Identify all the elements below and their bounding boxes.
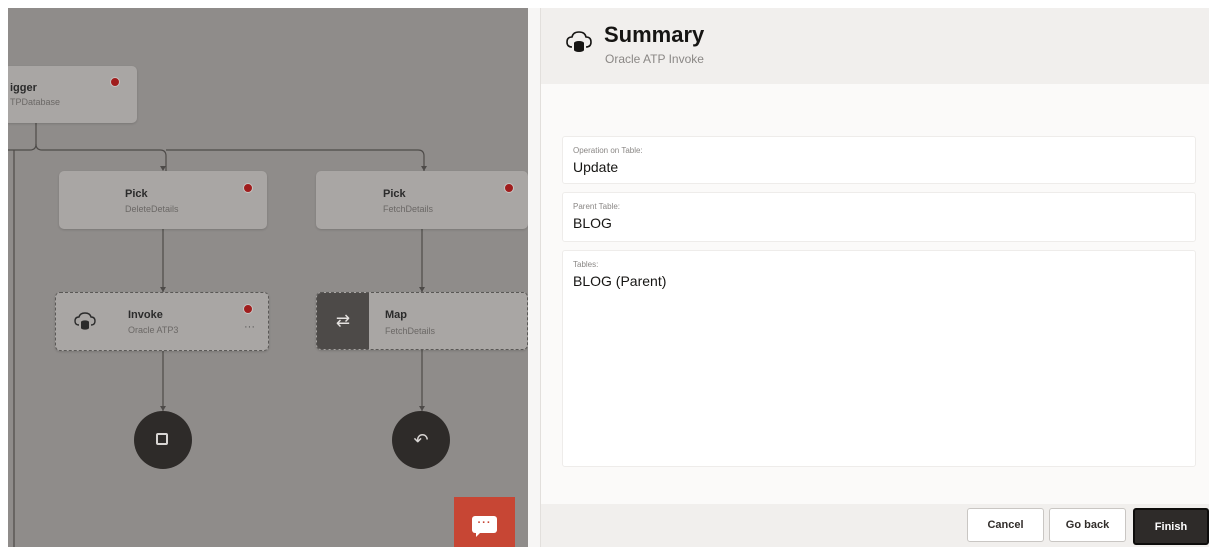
field-label: Operation on Table: — [573, 146, 643, 155]
map-icon: ⇄ — [317, 293, 369, 349]
invoke-node[interactable]: Invoke Oracle ATP3 ··· — [55, 292, 269, 351]
pick-node-subtitle: FetchDetails — [383, 204, 434, 214]
chat-bubble-icon: ··· — [472, 516, 497, 537]
pick-node-title: Pick — [125, 188, 148, 200]
trigger-node-subtitle: TPDatabase — [10, 97, 61, 107]
database-cloud-icon — [74, 312, 96, 330]
field-label: Parent Table: — [573, 202, 620, 211]
cancel-button[interactable]: Cancel — [967, 508, 1044, 542]
field-label: Tables: — [573, 260, 599, 269]
chat-dots: ··· — [477, 517, 492, 529]
pick-node-subtitle: DeleteDetails — [125, 204, 179, 214]
more-options-icon[interactable]: ··· — [244, 321, 255, 333]
error-badge-icon — [243, 183, 253, 193]
field-value: BLOG — [573, 215, 612, 231]
return-node[interactable]: ↶ — [392, 411, 450, 469]
chat-button[interactable]: ··· — [454, 497, 515, 547]
go-back-button[interactable]: Go back — [1049, 508, 1126, 542]
return-arrow-icon: ↶ — [413, 430, 429, 450]
pick-node-fetch[interactable]: Pick FetchDetails — [316, 171, 528, 229]
error-badge-icon — [504, 183, 514, 193]
map-node-subtitle: FetchDetails — [385, 326, 436, 336]
pick-node-title: Pick — [383, 188, 406, 200]
summary-panel: Summary Oracle ATP Invoke Operation on T… — [541, 8, 1209, 547]
pick-node-delete[interactable]: Pick DeleteDetails — [59, 171, 267, 229]
parent-table-field: Parent Table: BLOG — [562, 192, 1196, 242]
summary-body: Operation on Table: Update Parent Table:… — [541, 84, 1209, 504]
field-value: BLOG (Parent) — [573, 273, 667, 289]
operation-field: Operation on Table: Update — [562, 136, 1196, 184]
panel-header: Summary Oracle ATP Invoke — [541, 8, 1209, 84]
map-node[interactable]: ⇄ Map FetchDetails — [316, 292, 528, 350]
integration-canvas[interactable]: igger TPDatabase Pick DeleteDetails Pick… — [8, 8, 528, 547]
map-node-title: Map — [385, 309, 407, 321]
page-title: Summary — [604, 22, 705, 47]
invoke-node-subtitle: Oracle ATP3 — [128, 325, 179, 335]
tables-field: Tables: BLOG (Parent) — [562, 250, 1196, 467]
trigger-node-title: igger — [10, 82, 37, 94]
field-value: Update — [573, 159, 619, 175]
finish-button[interactable]: Finish — [1133, 508, 1209, 545]
error-badge-icon — [243, 304, 253, 314]
trigger-node[interactable]: igger TPDatabase — [8, 66, 137, 123]
database-cloud-icon — [566, 31, 592, 52]
stop-square-icon — [156, 433, 168, 445]
stop-node[interactable] — [134, 411, 192, 469]
error-badge-icon — [110, 77, 120, 87]
panel-footer: Cancel Go back Finish — [541, 504, 1209, 547]
invoke-node-title: Invoke — [128, 309, 163, 321]
page-subtitle: Oracle ATP Invoke — [605, 52, 704, 66]
